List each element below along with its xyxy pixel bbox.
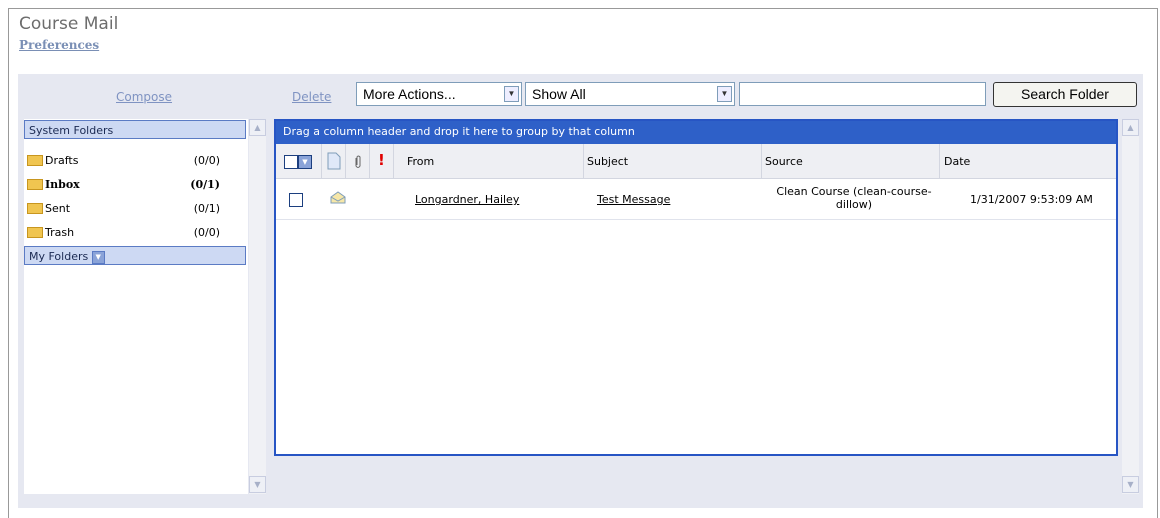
row-checkbox[interactable] xyxy=(289,193,303,207)
grid-header-row: ▼ ! From Subject Source Date xyxy=(276,144,1116,179)
folder-pane-scrollbar[interactable] xyxy=(249,119,266,494)
chevron-down-icon[interactable]: ▼ xyxy=(717,86,732,102)
folder-count: (0/1) xyxy=(190,178,220,191)
chevron-down-icon[interactable]: ▼ xyxy=(298,155,312,169)
folder-trash[interactable]: Trash (0/0) xyxy=(26,224,244,242)
page-icon xyxy=(327,152,341,170)
column-date[interactable]: Date xyxy=(940,144,1116,179)
system-folders-header[interactable]: System Folders xyxy=(24,120,246,139)
message-grid: Drag a column header and drop it here to… xyxy=(274,119,1118,456)
attachment-column[interactable] xyxy=(346,144,370,179)
message-grid-scrollbar[interactable] xyxy=(1122,119,1139,494)
read-status-column[interactable] xyxy=(322,144,346,179)
select-all-checkbox[interactable] xyxy=(284,155,298,169)
more-actions-select[interactable]: More Actions... ▼ xyxy=(356,82,522,106)
row-date: 1/31/2007 9:53:09 AM xyxy=(970,193,1093,206)
scroll-up-icon[interactable]: ▲ xyxy=(249,119,266,136)
more-actions-value: More Actions... xyxy=(363,86,456,102)
my-folders-label: My Folders xyxy=(29,250,89,263)
row-source: Clean Course (clean-course-dillow) xyxy=(776,185,932,211)
folder-count: (0/0) xyxy=(193,154,220,167)
column-from[interactable]: From xyxy=(394,144,584,179)
folder-icon xyxy=(27,179,43,190)
search-input[interactable] xyxy=(739,82,986,106)
table-row[interactable]: Longardner, Hailey Test Message Clean Co… xyxy=(276,179,1116,220)
group-by-hint: Drag a column header and drop it here to… xyxy=(276,121,1116,144)
show-filter-select[interactable]: Show All ▼ xyxy=(525,82,735,106)
my-folders-header[interactable]: My Folders ▼ xyxy=(24,246,246,265)
scroll-up-icon[interactable]: ▲ xyxy=(1122,119,1139,136)
folder-name: Trash xyxy=(45,226,75,239)
folder-inbox[interactable]: Inbox (0/1) xyxy=(26,176,244,194)
column-subject[interactable]: Subject xyxy=(584,144,762,179)
folder-count: (0/1) xyxy=(193,202,220,215)
folder-icon xyxy=(27,155,43,166)
page-title: Course Mail xyxy=(19,14,119,34)
folder-sent[interactable]: Sent (0/1) xyxy=(26,200,244,218)
select-all-column: ▼ xyxy=(276,144,322,179)
row-from-link[interactable]: Longardner, Hailey xyxy=(415,193,519,206)
folder-icon xyxy=(27,227,43,238)
paperclip-icon xyxy=(355,155,361,168)
folder-name: Drafts xyxy=(45,154,79,167)
priority-column[interactable]: ! xyxy=(370,144,394,179)
row-subject-link[interactable]: Test Message xyxy=(597,193,670,206)
delete-link[interactable]: Delete xyxy=(292,90,331,104)
preferences-link[interactable]: Preferences xyxy=(19,38,99,52)
chevron-down-icon[interactable]: ▼ xyxy=(91,250,105,264)
folder-count: (0/0) xyxy=(193,226,220,239)
folder-drafts[interactable]: Drafts (0/0) xyxy=(26,152,244,170)
column-source[interactable]: Source xyxy=(762,144,940,179)
chevron-down-icon[interactable]: ▼ xyxy=(504,86,519,102)
scroll-down-icon[interactable]: ▼ xyxy=(249,476,266,493)
search-folder-button[interactable]: Search Folder xyxy=(993,82,1137,107)
show-filter-value: Show All xyxy=(532,86,586,102)
folder-name: Inbox xyxy=(45,178,80,191)
folder-icon xyxy=(27,203,43,214)
folder-name: Sent xyxy=(45,202,71,215)
scroll-down-icon[interactable]: ▼ xyxy=(1122,476,1139,493)
exclamation-icon: ! xyxy=(378,151,385,169)
envelope-open-icon xyxy=(330,191,346,204)
compose-link[interactable]: Compose xyxy=(116,90,172,104)
